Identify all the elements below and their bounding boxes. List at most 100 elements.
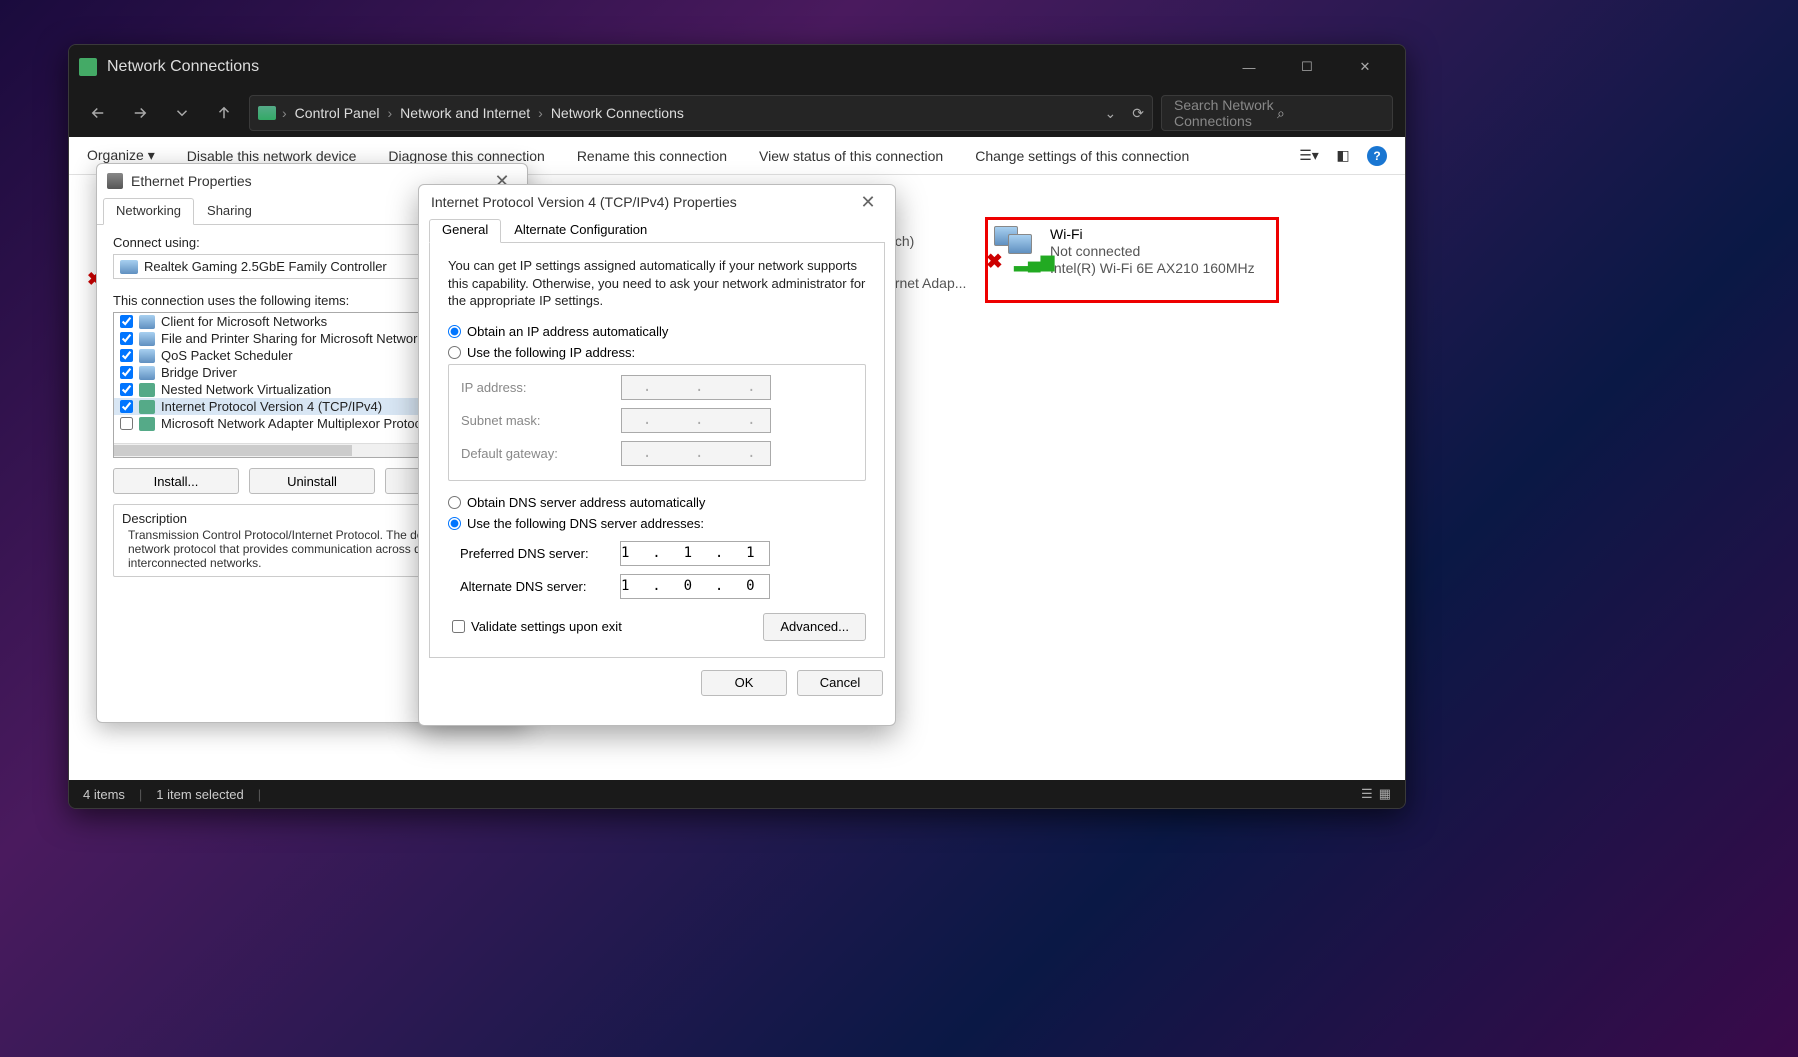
titlebar: Network Connections — ☐ ✕	[69, 45, 1405, 89]
wifi-signal-icon: ▂▄▆	[1014, 251, 1054, 272]
install-button[interactable]: Install...	[113, 468, 239, 494]
item-checkbox[interactable]	[120, 349, 133, 362]
dns-auto-label: Obtain DNS server address automatically	[467, 495, 705, 510]
validate-checkbox[interactable]	[452, 620, 465, 633]
disconnected-x-icon: ✖	[986, 249, 1003, 274]
protocol-icon	[139, 315, 155, 329]
uninstall-button[interactable]: Uninstall	[249, 468, 375, 494]
breadcrumb-part[interactable]: Network Connections	[545, 105, 690, 121]
alternate-dns-input[interactable]	[620, 574, 770, 599]
item-label: File and Printer Sharing for Microsoft N…	[161, 331, 430, 346]
item-checkbox[interactable]	[120, 315, 133, 328]
connection-status: Not connected	[1050, 243, 1255, 259]
default-gateway-input	[621, 441, 771, 466]
status-bar: 4 items | 1 item selected | ☰ ▦	[69, 780, 1405, 808]
protocol-icon	[139, 349, 155, 363]
subnet-mask-label: Subnet mask:	[461, 413, 621, 428]
protocol-icon	[139, 400, 155, 414]
tab-networking[interactable]: Networking	[103, 198, 194, 225]
status-item-count: 4 items	[83, 787, 125, 802]
subnet-mask-input	[621, 408, 771, 433]
address-dropdown-icon[interactable]: ⌄	[1105, 105, 1117, 122]
preferred-dns-label: Preferred DNS server:	[460, 546, 620, 561]
item-label: Internet Protocol Version 4 (TCP/IPv4)	[161, 399, 382, 414]
ip-manual-label: Use the following IP address:	[467, 345, 635, 360]
recent-dropdown[interactable]	[165, 96, 199, 130]
location-icon	[258, 106, 276, 120]
organize-menu[interactable]: Organize ▾	[87, 147, 155, 164]
protocol-icon	[139, 332, 155, 346]
close-button[interactable]: ✕	[1347, 49, 1383, 85]
ip-manual-radio[interactable]	[448, 346, 461, 359]
tab-alternate-config[interactable]: Alternate Configuration	[501, 219, 660, 243]
minimize-button[interactable]: —	[1231, 49, 1267, 85]
item-checkbox[interactable]	[120, 366, 133, 379]
back-button[interactable]	[81, 96, 115, 130]
item-label: Microsoft Network Adapter Multiplexor Pr…	[161, 416, 431, 431]
ip-address-label: IP address:	[461, 380, 621, 395]
change-settings-button[interactable]: Change settings of this connection	[975, 148, 1189, 164]
ok-button[interactable]: OK	[701, 670, 787, 696]
status-selected-count: 1 item selected	[156, 787, 243, 802]
dialog-title: Internet Protocol Version 4 (TCP/IPv4) P…	[431, 194, 737, 210]
item-label: Nested Network Virtualization	[161, 382, 331, 397]
intro-text: You can get IP settings assigned automat…	[448, 257, 866, 310]
dns-auto-radio[interactable]	[448, 496, 461, 509]
tab-sharing[interactable]: Sharing	[194, 198, 265, 225]
help-icon[interactable]: ?	[1367, 146, 1387, 166]
up-button[interactable]	[207, 96, 241, 130]
window-controls: — ☐ ✕	[1231, 49, 1395, 85]
dns-manual-radio[interactable]	[448, 517, 461, 530]
preview-pane-icon[interactable]: ◧	[1333, 146, 1353, 166]
ethernet-icon	[107, 173, 123, 189]
alternate-dns-label: Alternate DNS server:	[460, 579, 620, 594]
dns-manual-label: Use the following DNS server addresses:	[467, 516, 704, 531]
item-label: QoS Packet Scheduler	[161, 348, 293, 363]
search-icon: ⌕	[1277, 105, 1380, 122]
connection-device: Intel(R) Wi-Fi 6E AX210 160MHz	[1050, 260, 1255, 276]
view-status-button[interactable]: View status of this connection	[759, 148, 943, 164]
nav-toolbar: › Control Panel › Network and Internet ›…	[69, 89, 1405, 137]
ipv4-properties-dialog: Internet Protocol Version 4 (TCP/IPv4) P…	[418, 184, 896, 726]
item-checkbox[interactable]	[120, 383, 133, 396]
dialog-titlebar: Internet Protocol Version 4 (TCP/IPv4) P…	[419, 185, 895, 219]
tab-general[interactable]: General	[429, 219, 501, 243]
protocol-icon	[139, 383, 155, 397]
ip-auto-label: Obtain an IP address automatically	[467, 324, 668, 339]
icons-view-icon[interactable]: ▦	[1379, 786, 1391, 802]
connection-item-wifi[interactable]: ✖ ▂▄▆ Wi-Fi Not connected Intel(R) Wi-Fi…	[985, 217, 1279, 303]
breadcrumb-part[interactable]: Control Panel	[289, 105, 386, 121]
close-icon[interactable]: ✕	[853, 192, 883, 213]
refresh-icon[interactable]: ⟳	[1132, 105, 1144, 122]
details-view-icon[interactable]: ☰	[1361, 786, 1373, 802]
forward-button[interactable]	[123, 96, 157, 130]
item-checkbox[interactable]	[120, 400, 133, 413]
advanced-button[interactable]: Advanced...	[763, 613, 866, 641]
cancel-button[interactable]: Cancel	[797, 670, 883, 696]
disable-device-button[interactable]: Disable this network device	[187, 148, 357, 164]
validate-label: Validate settings upon exit	[471, 619, 622, 634]
ip-address-input	[621, 375, 771, 400]
adapter-icon	[120, 260, 138, 274]
search-input[interactable]: Search Network Connections ⌕	[1161, 95, 1393, 131]
item-label: Client for Microsoft Networks	[161, 314, 327, 329]
item-checkbox[interactable]	[120, 417, 133, 430]
window-title: Network Connections	[107, 58, 259, 76]
dialog-title: Ethernet Properties	[131, 173, 252, 189]
app-icon	[79, 58, 97, 76]
wifi-connection-icon: ✖ ▂▄▆	[994, 226, 1042, 274]
breadcrumb[interactable]: › Control Panel › Network and Internet ›…	[249, 95, 1153, 131]
default-gateway-label: Default gateway:	[461, 446, 621, 461]
protocol-icon	[139, 417, 155, 431]
search-placeholder: Search Network Connections	[1174, 97, 1277, 129]
rename-button[interactable]: Rename this connection	[577, 148, 727, 164]
item-label: Bridge Driver	[161, 365, 237, 380]
ip-auto-radio[interactable]	[448, 325, 461, 338]
preferred-dns-input[interactable]	[620, 541, 770, 566]
ipv4-body: You can get IP settings assigned automat…	[429, 242, 885, 658]
maximize-button[interactable]: ☐	[1289, 49, 1325, 85]
diagnose-button[interactable]: Diagnose this connection	[388, 148, 544, 164]
view-options-icon[interactable]: ☰▾	[1299, 146, 1319, 166]
breadcrumb-part[interactable]: Network and Internet	[394, 105, 536, 121]
item-checkbox[interactable]	[120, 332, 133, 345]
